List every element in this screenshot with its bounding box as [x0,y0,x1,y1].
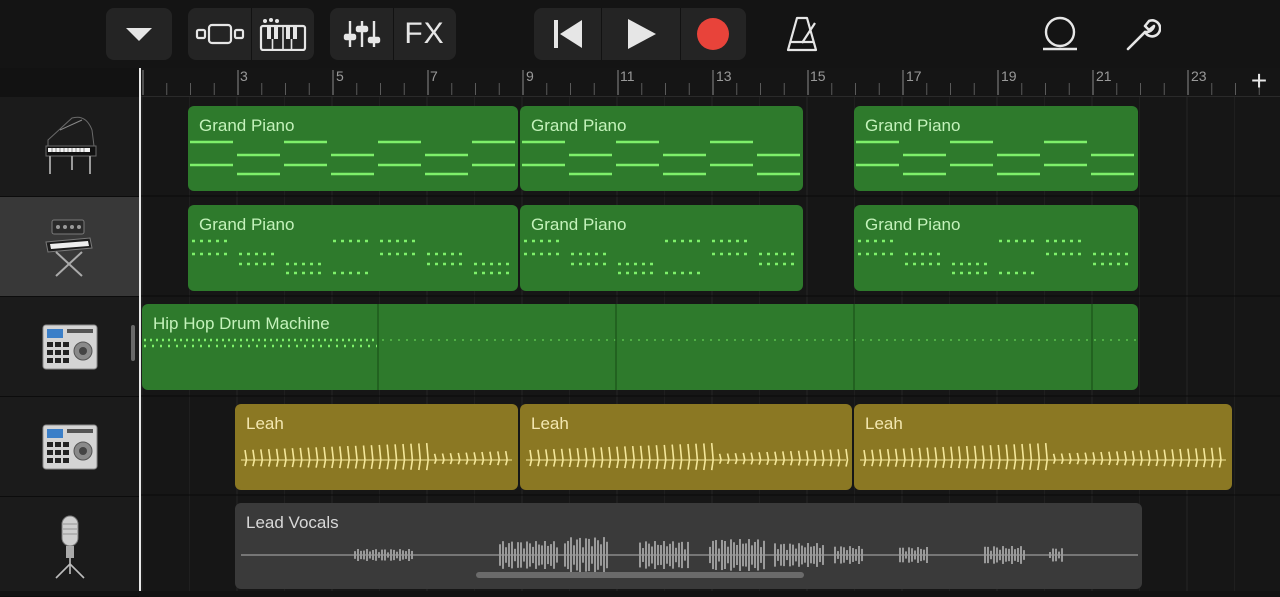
midi-notes [192,239,514,275]
midi-region[interactable]: Grand Piano [854,106,1138,191]
top-toolbar: FX [0,0,1280,68]
ruler-bar-number: 3 [240,68,248,84]
ruler-bar-number: 7 [430,68,438,84]
ruler-bar-number: 13 [716,68,732,84]
ruler-bar-number: 23 [1191,68,1207,84]
record-icon[interactable] [680,8,746,60]
midi-region[interactable]: Grand Piano [520,106,803,191]
settings-wrench-icon[interactable] [1116,8,1168,60]
loop-icon[interactable] [1034,8,1086,60]
midi-region[interactable]: Grand Piano [188,106,518,191]
midi-notes [524,239,799,275]
ruler-bar-number: 9 [526,68,534,84]
tracks-timeline: Grand Piano Grand Piano Grand Piano Gran… [141,97,1280,591]
microphone-icon [54,515,85,579]
metronome-icon[interactable] [776,8,828,60]
ruler-bar-number: 11 [620,68,635,84]
ruler-bar-number: 15 [810,68,826,84]
mixer-icon[interactable] [330,8,393,60]
audio-region[interactable]: Leah [520,404,852,490]
track-header-2[interactable] [0,197,139,297]
fx-button[interactable]: FX [393,8,456,60]
audio-region[interactable]: Leah [235,404,518,490]
midi-region[interactable]: Grand Piano [854,205,1138,291]
audio-region[interactable]: Leah [854,404,1232,490]
ruler-bar-number: 5 [336,68,344,84]
ruler-bar-number: 17 [906,68,922,84]
track-header-4[interactable] [0,397,139,497]
drum-machine-icon [42,324,97,369]
keyboard-icon[interactable] [251,8,314,60]
track-headers [0,97,139,597]
drum-machine-icon [42,424,97,469]
midi-notes [190,140,515,176]
midi-region[interactable]: Grand Piano [188,205,518,291]
drum-pattern [144,304,1136,390]
midi-notes [858,239,1133,275]
audio-waveform [860,443,1226,471]
audio-waveform [241,443,512,471]
grand-piano-icon [45,116,96,174]
track-header-3[interactable] [0,297,139,397]
midi-notes [856,140,1134,176]
track-dropdown-icon[interactable] [106,8,172,60]
tracks-view-icon[interactable] [188,8,251,60]
add-section-button[interactable]: + [1246,67,1272,96]
timeline-ruler[interactable]: 3 5 7 9 11 13 15 17 19 21 23 [140,68,1280,97]
track-header-5[interactable] [0,497,139,597]
ruler-bar-number: 21 [1096,68,1112,84]
audio-waveform [526,443,849,471]
midi-notes [522,140,800,176]
go-to-start-icon[interactable] [534,8,601,60]
synth-keyboard-icon [44,219,93,277]
fx-label: FX [404,17,445,50]
midi-region[interactable]: Grand Piano [520,205,803,291]
play-icon[interactable] [601,8,680,60]
playhead[interactable] [139,68,141,591]
ruler-bar-number: 19 [1001,68,1017,84]
track-list-scroll-indicator[interactable] [131,325,135,361]
track-header-1[interactable] [0,97,139,197]
drum-region[interactable]: Hip Hop Drum Machine [142,304,1138,390]
horizontal-scrollbar[interactable] [476,572,804,578]
